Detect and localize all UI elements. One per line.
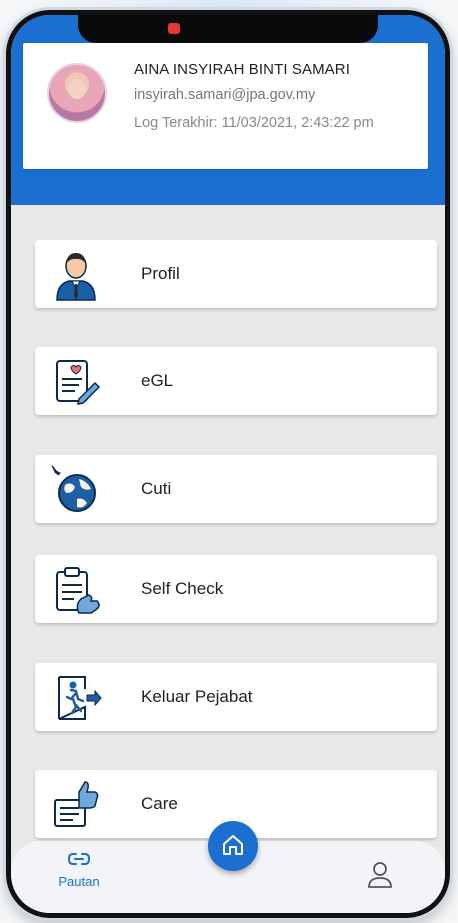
menu-label: Keluar Pejabat (141, 687, 253, 706)
recording-indicator-icon (168, 23, 180, 34)
menu-item-keluar-pejabat[interactable]: Keluar Pejabat (35, 663, 437, 731)
menu-label: eGL (141, 371, 174, 390)
menu-label: Profil (141, 264, 180, 283)
avatar (47, 63, 107, 123)
clipboard-hand-icon (56, 567, 100, 614)
exit-door-icon (58, 676, 102, 720)
person-icon (56, 253, 96, 301)
avatar-face (68, 79, 86, 99)
nav-pautan-label: Pautan (58, 874, 100, 889)
user-icon (368, 862, 392, 888)
menu-item-egl[interactable]: eGL (35, 347, 437, 415)
globe-plane-icon (51, 465, 96, 512)
profile-card[interactable]: AINA INSYIRAH BINTI SAMARI insyirah.sama… (23, 43, 428, 169)
menu-item-self-check[interactable]: Self Check (35, 555, 437, 623)
menu-label: Self Check (141, 579, 224, 598)
phone-frame: AINA INSYIRAH BINTI SAMARI insyirah.sama… (6, 10, 450, 918)
nav-pautan[interactable]: Pautan (49, 851, 109, 889)
menu-item-profil[interactable]: Profil (35, 240, 437, 308)
document-pen-icon (56, 360, 101, 405)
menu-item-cuti[interactable]: Cuti (35, 455, 437, 523)
phone-notch (78, 15, 378, 43)
link-icon (67, 853, 91, 865)
profile-email: insyirah.samari@jpa.gov.my (134, 87, 316, 103)
last-login-text: Log Terakhir: 11/03/2021, 2:43:22 pm (134, 115, 374, 131)
menu-label: Care (141, 794, 178, 813)
thumbs-up-document-icon (54, 781, 99, 827)
nav-profile[interactable] (367, 861, 393, 894)
profile-name: AINA INSYIRAH BINTI SAMARI (134, 61, 350, 78)
home-icon (223, 835, 243, 855)
home-button[interactable] (208, 821, 258, 871)
menu-label: Cuti (141, 479, 172, 498)
